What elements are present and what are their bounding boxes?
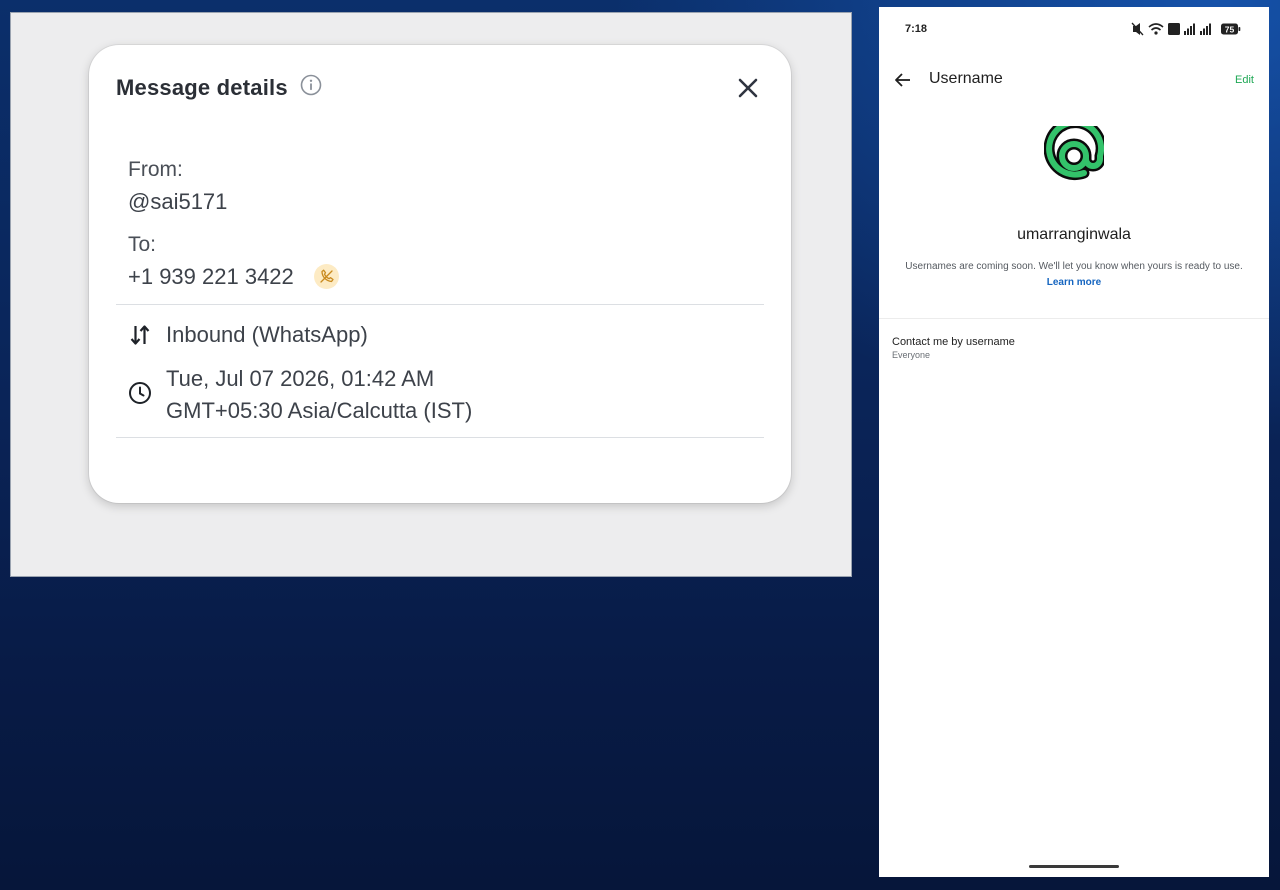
username-notice: Usernames are coming soon. We'll let you… (905, 261, 1243, 272)
message-timezone: GMT+05:30 Asia/Calcutta (IST) (166, 398, 473, 423)
mute-icon (1131, 22, 1144, 36)
divider (116, 304, 764, 305)
to-value: +1 939 221 3422 (128, 264, 294, 289)
divider (116, 437, 764, 438)
to-label: To: (128, 233, 157, 256)
dialog-title: Message details (116, 75, 288, 100)
message-direction: Inbound (WhatsApp) (166, 322, 368, 347)
screen-title: Username (929, 70, 1003, 87)
signal-icon (1184, 23, 1195, 35)
home-indicator[interactable] (1029, 865, 1119, 868)
setting-title: Contact me by username (892, 336, 1015, 348)
message-date: Tue, Jul 07 2026, 01:42 AM (166, 366, 435, 391)
at-sign-icon (1044, 126, 1104, 181)
volte-icon (1168, 23, 1180, 35)
close-icon[interactable] (735, 75, 761, 101)
status-time: 7:18 (905, 23, 928, 35)
learn-more-link[interactable]: Learn more (879, 277, 1269, 288)
contact-by-username-setting[interactable]: Contact me by username Everyone (879, 333, 1269, 367)
from-label: From: (128, 158, 183, 181)
username-value: umarranginwala (1017, 226, 1131, 243)
info-icon[interactable] (300, 74, 322, 96)
wifi-icon (1148, 23, 1164, 35)
edit-button[interactable]: Edit (1235, 74, 1254, 86)
battery-icon: 75 (1221, 23, 1241, 35)
phone-slash-badge (314, 264, 339, 289)
signal-icon (1200, 23, 1211, 35)
phone-screen: 7:18 75 Username Edit umarranginwala Use… (879, 7, 1269, 877)
status-icons: 75 (1131, 22, 1241, 36)
back-arrow-icon[interactable] (893, 70, 913, 90)
clock-icon (129, 382, 151, 404)
arrows-up-down-icon (130, 325, 150, 345)
message-details-dialog: Message details From: @sai5171 To: +1 93… (89, 45, 791, 503)
screen-share-panel: Message details From: @sai5171 To: +1 93… (10, 12, 852, 577)
phone-slash-icon (320, 269, 334, 283)
setting-value: Everyone (892, 350, 931, 360)
svg-text:75: 75 (1225, 25, 1235, 35)
from-value: @sai5171 (128, 189, 228, 214)
divider (879, 318, 1269, 319)
